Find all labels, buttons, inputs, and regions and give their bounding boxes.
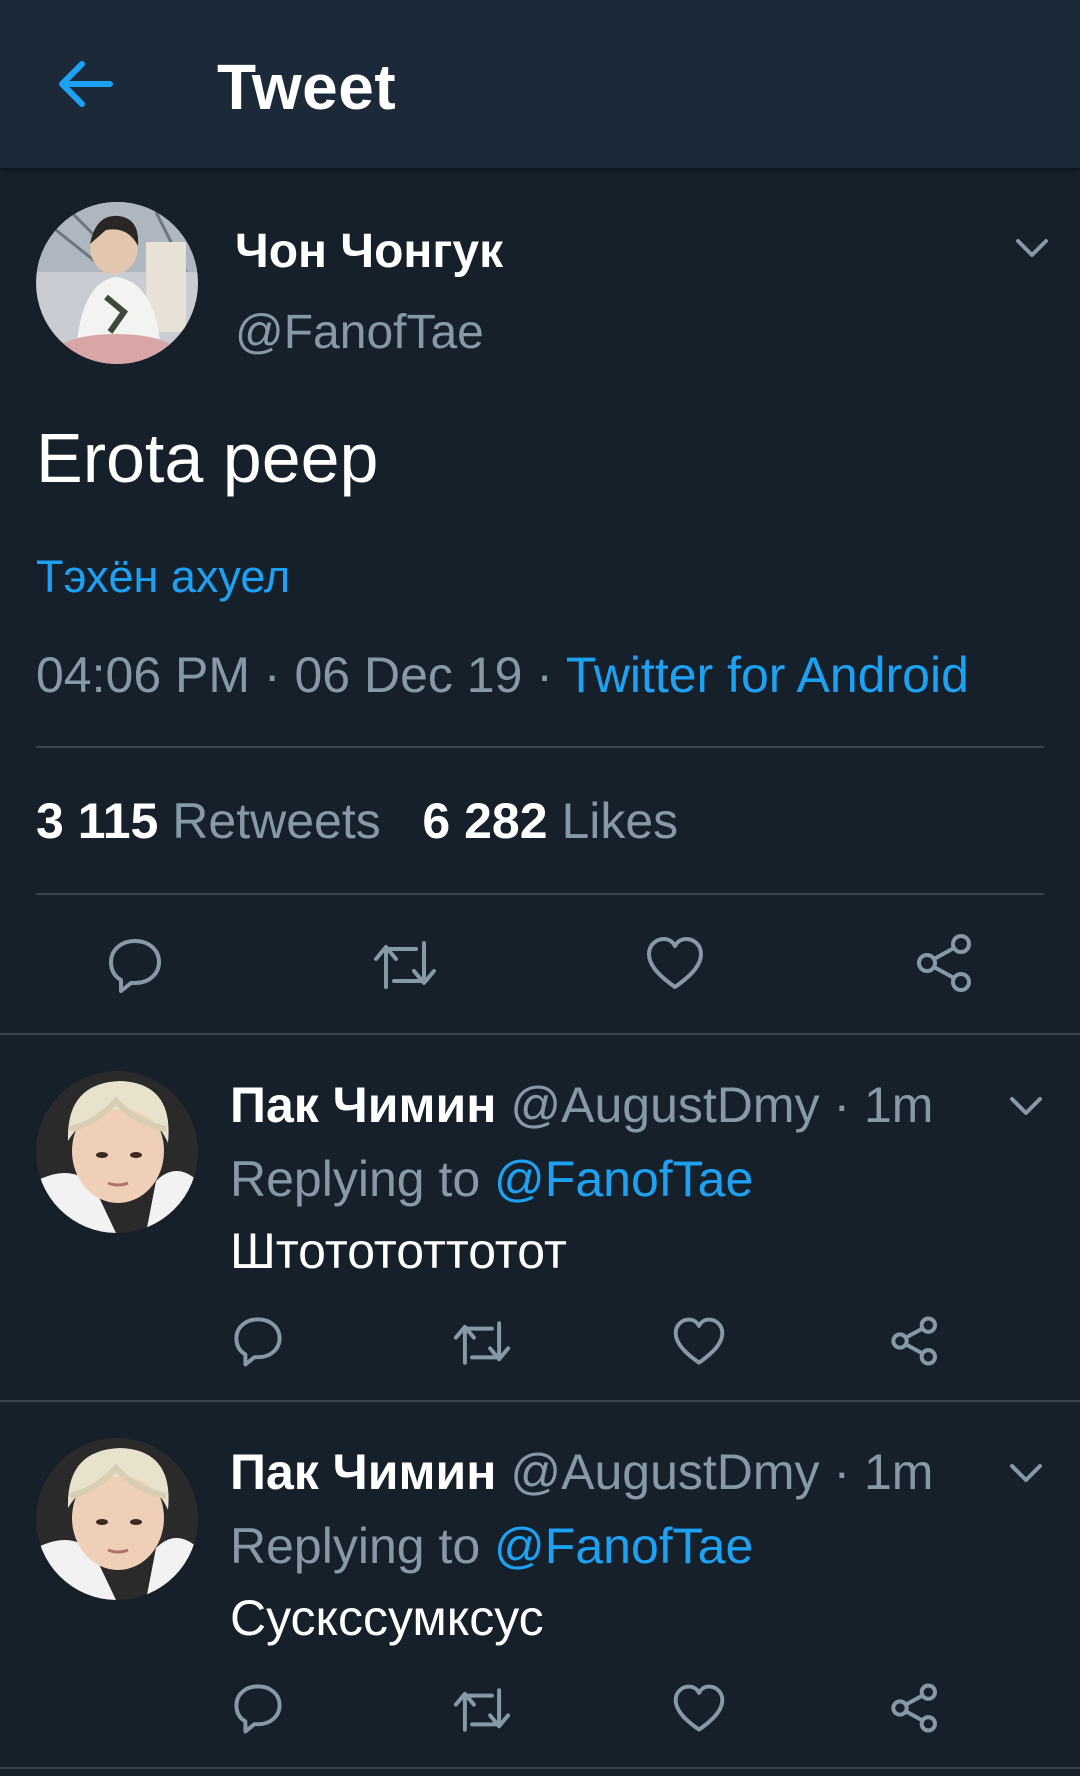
- tweet-stats: 3 115 Retweets 6 282 Likes: [36, 792, 678, 850]
- author-name[interactable]: Чон Чонгук: [235, 224, 503, 279]
- meta-separator: ·: [819, 1444, 864, 1500]
- chevron-down-icon[interactable]: [1010, 226, 1054, 270]
- likes-label: Likes: [561, 793, 679, 849]
- replying-to: Replying to @FanofTae: [230, 1150, 753, 1208]
- replying-to: Replying to @FanofTae: [230, 1517, 753, 1575]
- reply-header: Пак Чимин @AugustDmy · 1m: [230, 1443, 933, 1501]
- share-icon[interactable]: [890, 1681, 940, 1735]
- divider: [36, 893, 1044, 895]
- author-name[interactable]: Пак Чимин: [230, 1077, 496, 1133]
- reply-icon[interactable]: [105, 935, 165, 995]
- top-bar: Tweet: [0, 0, 1080, 168]
- reply-icon[interactable]: [231, 1681, 285, 1735]
- share-icon[interactable]: [890, 1314, 940, 1368]
- meta-separator: ·: [819, 1077, 864, 1133]
- like-icon[interactable]: [672, 1683, 726, 1735]
- reply-time: 1m: [864, 1077, 934, 1133]
- replying-handle-link[interactable]: @FanofTae: [494, 1518, 753, 1574]
- chevron-down-icon[interactable]: [1004, 1451, 1048, 1495]
- replying-label: Replying to: [230, 1151, 495, 1207]
- meta-separator: ·: [250, 647, 295, 703]
- retweets-count: 3 115: [36, 793, 159, 849]
- like-icon[interactable]: [645, 935, 705, 993]
- arrow-left-icon[interactable]: [52, 52, 116, 116]
- author-handle[interactable]: @AugustDmy: [510, 1444, 819, 1500]
- retweet-icon[interactable]: [452, 1683, 512, 1737]
- retweet-icon[interactable]: [452, 1316, 512, 1370]
- author-handle[interactable]: @AugustDmy: [510, 1077, 819, 1133]
- likes-count: 6 282: [422, 793, 548, 849]
- like-icon[interactable]: [672, 1316, 726, 1368]
- reply-text: Штотототтотот: [230, 1223, 567, 1279]
- retweets-stat[interactable]: 3 115 Retweets: [36, 793, 381, 849]
- meta-separator: ·: [522, 647, 566, 703]
- avatar[interactable]: [36, 1438, 198, 1600]
- reply-time: 1m: [864, 1444, 934, 1500]
- reply-tweet[interactable]: Пак Чимин @AugustDmy · 1m Replying to @F…: [0, 1034, 1080, 1400]
- reply-header: Пак Чимин @AugustDmy · 1m: [230, 1076, 933, 1134]
- replying-label: Replying to: [230, 1518, 495, 1574]
- tweet-meta: 04:06 PM · 06 Dec 19 · Twitter for Andro…: [36, 646, 969, 704]
- tweet-text: Erota peep: [36, 419, 379, 497]
- avatar[interactable]: [36, 1071, 198, 1233]
- reply-icon[interactable]: [231, 1314, 285, 1368]
- tweet-time: 04:06 PM: [36, 647, 251, 703]
- avatar[interactable]: [36, 202, 198, 364]
- page-title: Tweet: [217, 51, 397, 123]
- author-name[interactable]: Пак Чимин: [230, 1444, 496, 1500]
- reply-tweet[interactable]: Пак Чимин @AugustDmy · 1m Replying to @F…: [0, 1401, 1080, 1767]
- divider: [0, 1767, 1080, 1769]
- reply-text: Сускссумксус: [230, 1590, 544, 1646]
- author-handle[interactable]: @FanofTae: [235, 305, 484, 360]
- tweet-source-link[interactable]: Twitter for Android: [566, 647, 969, 703]
- translated-text[interactable]: Тэхён ахуел: [36, 551, 290, 603]
- chevron-down-icon[interactable]: [1004, 1084, 1048, 1128]
- tweet-date: 06 Dec 19: [294, 647, 523, 703]
- likes-stat[interactable]: 6 282 Likes: [422, 793, 678, 849]
- retweets-label: Retweets: [172, 793, 381, 849]
- replying-handle-link[interactable]: @FanofTae: [494, 1151, 753, 1207]
- divider: [36, 746, 1044, 748]
- share-icon[interactable]: [915, 932, 975, 994]
- retweet-icon[interactable]: [372, 935, 438, 995]
